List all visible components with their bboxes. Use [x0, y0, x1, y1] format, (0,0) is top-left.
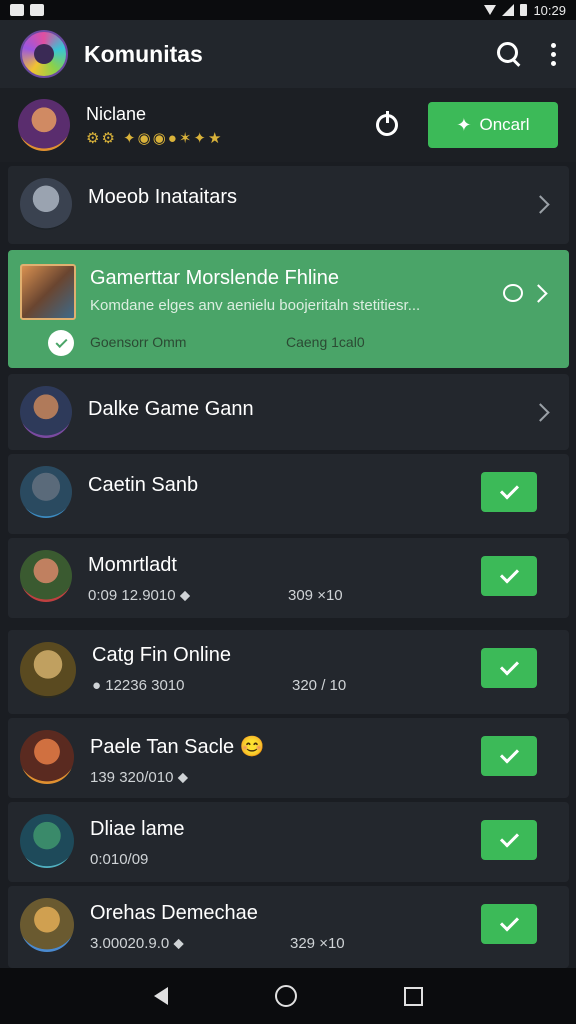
- avatar: [20, 814, 74, 868]
- chevron-right-icon: [529, 284, 548, 303]
- status-bar: 10:29: [0, 0, 576, 20]
- list-item[interactable]: Caetin Sanb: [8, 454, 569, 534]
- list-item[interactable]: Dliae lame 0:010/09: [8, 802, 569, 882]
- avatar: [20, 466, 72, 518]
- game-thumbnail: [20, 264, 76, 320]
- list-item[interactable]: Paele Tan Sacle 😊 139 320/010 ⬥: [8, 718, 569, 798]
- wifi-icon: [484, 5, 497, 15]
- avatar: [20, 642, 76, 698]
- avatar: [20, 730, 74, 784]
- check-button[interactable]: [481, 820, 537, 860]
- join-button[interactable]: ✦ Oncarl: [428, 102, 558, 148]
- check-icon: [499, 828, 519, 848]
- avatar: [20, 386, 72, 438]
- list-item-title: Moeob Inataitars: [88, 186, 237, 208]
- check-icon: [499, 912, 519, 932]
- avatar[interactable]: [18, 99, 70, 151]
- signal-icon: [502, 4, 515, 16]
- list-item-amount: 0:09 12.9010 ⬥: [88, 587, 191, 604]
- check-button[interactable]: [481, 556, 537, 596]
- sync-icon[interactable]: [376, 111, 398, 136]
- featured-title: Gamerttar Morslende Fhline: [90, 267, 339, 289]
- notification-icon: [10, 4, 24, 16]
- app-bar: Komunitas: [0, 20, 576, 88]
- check-button[interactable]: [481, 648, 537, 688]
- status-time: 10:29: [533, 2, 566, 18]
- list-item-count: 320 / 10: [292, 677, 347, 694]
- avatar: [20, 550, 72, 602]
- featured-stat: Goensorr Omm: [90, 334, 187, 350]
- profile-badges: ⚙⚙ ✦◉◉●✶✦★: [86, 129, 224, 147]
- profile-header: Niclane ⚙⚙ ✦◉◉●✶✦★ ✦ Oncarl: [0, 88, 576, 162]
- list-item-amount: 0:010/09: [90, 851, 149, 868]
- camera-notification-icon: [30, 4, 44, 16]
- avatar: [20, 898, 74, 952]
- check-button[interactable]: [481, 472, 537, 512]
- list-item-amount: 3.00020.9.0 ⬥: [90, 935, 184, 952]
- profile-name: Niclane: [86, 103, 147, 124]
- list-item[interactable]: Orehas Demechae 3.00020.9.0 ⬥ 329 ×10: [8, 886, 569, 968]
- back-icon[interactable]: [153, 987, 168, 1005]
- page-title: Komunitas: [84, 40, 203, 67]
- list-item-title: Dalke Game Gann: [88, 398, 254, 420]
- join-button-label: Oncarl: [479, 115, 530, 134]
- list-item-amount: ● 12236 3010: [92, 677, 185, 694]
- list-item-amount: 139 320/010 ⬥: [90, 769, 189, 786]
- check-button[interactable]: [481, 904, 537, 944]
- check-circle-icon[interactable]: [48, 330, 74, 356]
- check-button[interactable]: [481, 736, 537, 776]
- check-icon: [499, 564, 519, 584]
- battery-icon: [520, 4, 528, 16]
- list-item[interactable]: Moeob Inataitars: [8, 166, 569, 244]
- check-icon: [499, 744, 519, 764]
- app-logo: [20, 30, 68, 78]
- home-icon[interactable]: [274, 985, 297, 1007]
- list-item-count: 329 ×10: [290, 935, 345, 952]
- community-list: Moeob Inataitars Gamerttar Morslende Fhl…: [8, 166, 569, 968]
- recent-apps-icon[interactable]: [403, 986, 423, 1006]
- list-item[interactable]: Momrtladt 0:09 12.9010 ⬥ 309 ×10: [8, 538, 569, 618]
- more-options-icon[interactable]: [548, 42, 558, 66]
- list-item[interactable]: Dalke Game Gann: [8, 374, 569, 450]
- list-item[interactable]: Catg Fin Online ● 12236 3010 320 / 10: [8, 630, 569, 714]
- avatar: [20, 178, 72, 230]
- system-nav-bar: [0, 968, 576, 1024]
- check-icon: [499, 480, 519, 500]
- star-icon: ✦: [456, 114, 472, 135]
- featured-description: Komdane elges anv aenielu boojeritaln st…: [90, 297, 421, 314]
- search-icon[interactable]: [496, 41, 522, 67]
- list-item-count: 309 ×10: [288, 587, 343, 604]
- chat-icon[interactable]: [503, 284, 523, 302]
- featured-item[interactable]: Gamerttar Morslende Fhline Komdane elges…: [8, 250, 569, 368]
- check-icon: [499, 656, 519, 676]
- featured-stat: Caeng 1cal0: [286, 334, 365, 350]
